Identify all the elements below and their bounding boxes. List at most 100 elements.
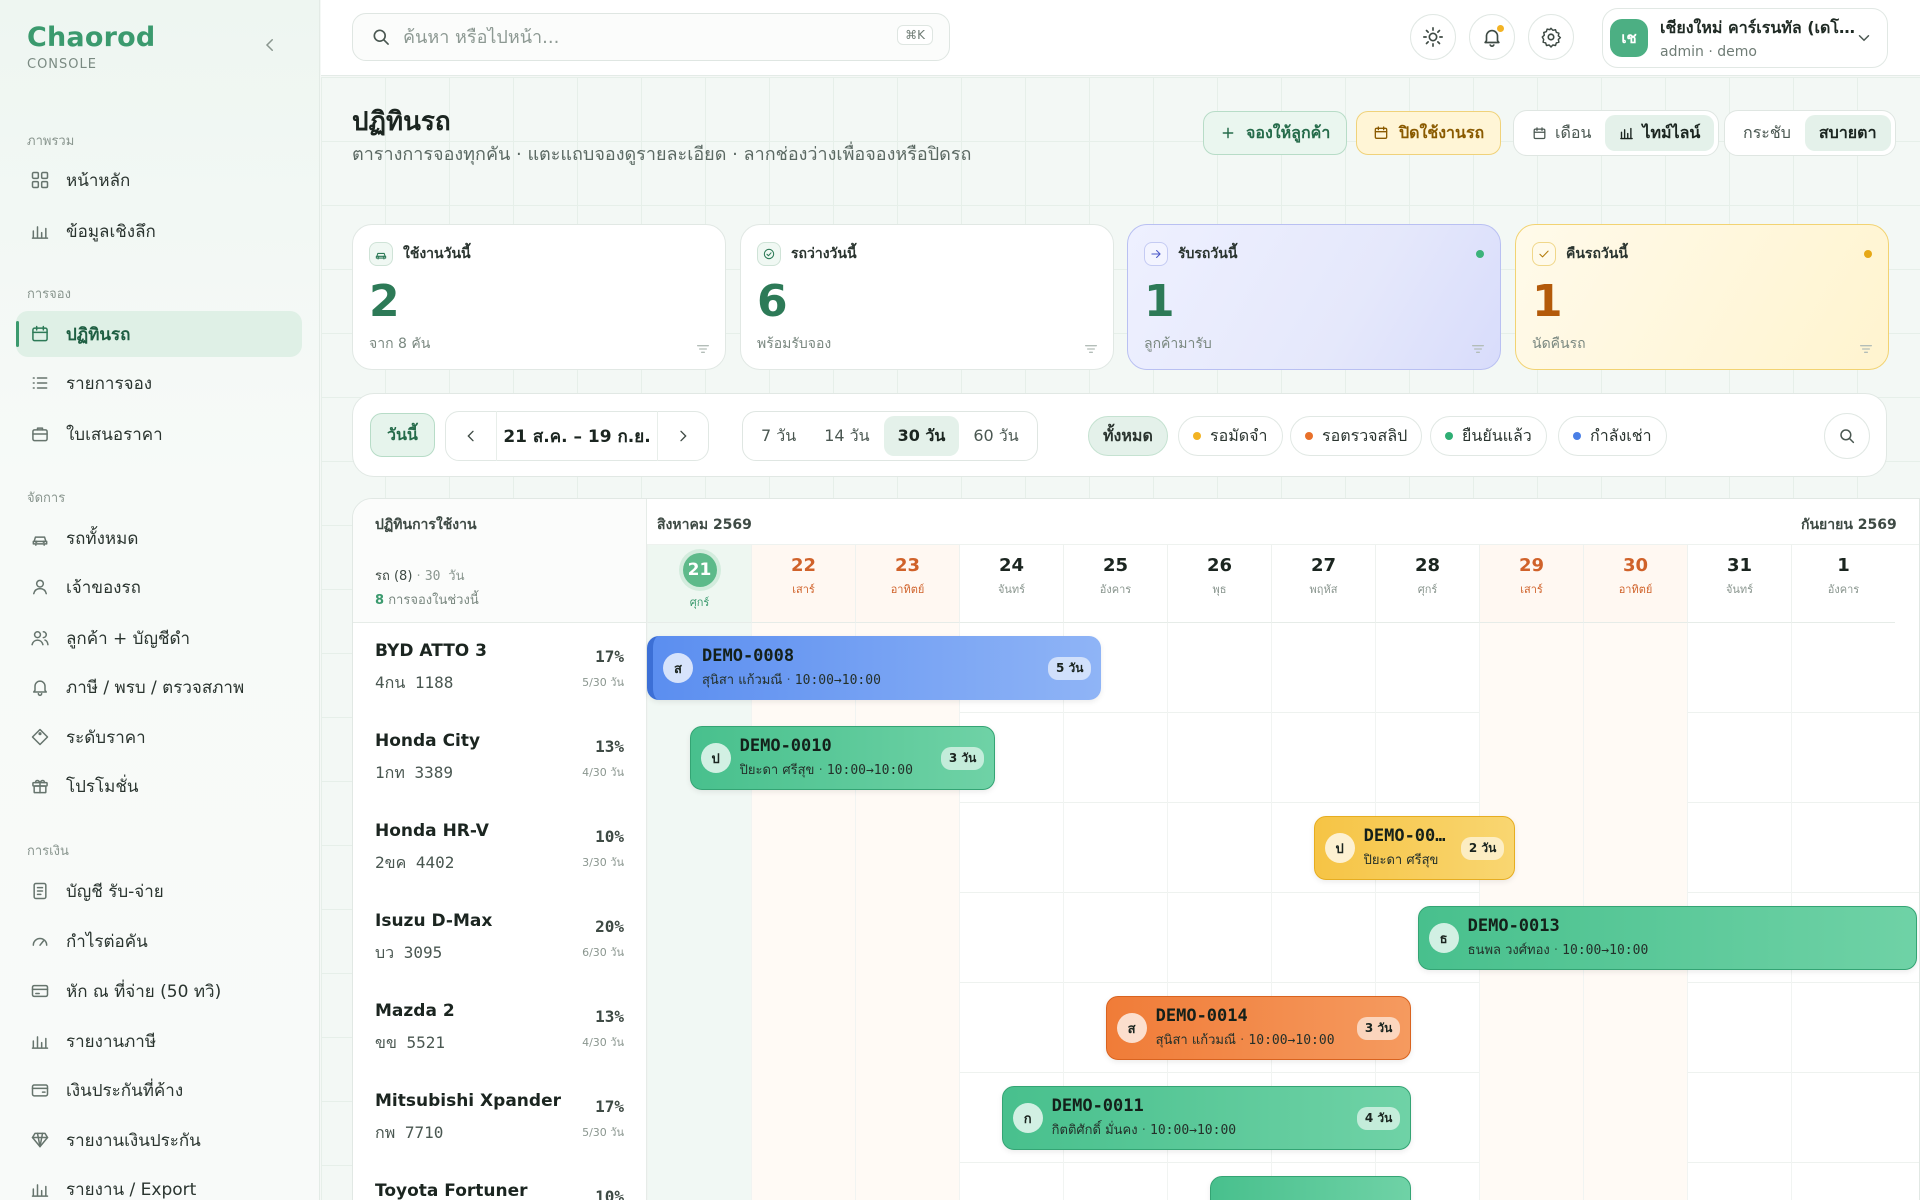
day-cell[interactable] <box>1271 893 1375 983</box>
sidebar-item-tag[interactable]: ระดับราคา <box>16 714 302 760</box>
collapse-sidebar-button[interactable] <box>258 36 282 60</box>
day-cell[interactable] <box>1583 713 1687 803</box>
span-option[interactable]: 7 วัน <box>747 416 810 456</box>
day-cell[interactable] <box>1271 713 1375 803</box>
day-cell[interactable] <box>1167 803 1271 893</box>
sidebar-item-briefcase[interactable]: ใบเสนอราคา <box>16 411 302 457</box>
status-filter-chip[interactable]: ทั้งหมด <box>1088 416 1168 456</box>
settings-button[interactable] <box>1528 14 1574 60</box>
day-cell[interactable] <box>1479 983 1583 1073</box>
sidebar-item-bell[interactable]: ภาษี / พรบ / ตรวจสภาพ <box>16 664 302 710</box>
car-row-header[interactable]: Honda City 1กท 3389 13% 4/30 วัน <box>353 713 647 803</box>
day-cell[interactable] <box>959 893 1063 983</box>
status-filter-chip[interactable]: รอมัดจำ <box>1178 416 1283 456</box>
day-cell[interactable] <box>1063 713 1167 803</box>
car-row-header[interactable]: Toyota Fortuner 10% <box>353 1163 647 1200</box>
day-cell[interactable] <box>751 1163 855 1200</box>
day-cell[interactable] <box>1167 893 1271 983</box>
day-cell[interactable] <box>1583 803 1687 893</box>
car-row-header[interactable]: Isuzu D-Max บว 3095 20% 6/30 วัน <box>353 893 647 983</box>
day-cell[interactable] <box>1271 623 1375 713</box>
day-cell[interactable] <box>1583 983 1687 1073</box>
sidebar-item-ledger[interactable]: บัญชี รับ-จ่าย <box>16 868 302 914</box>
search-input[interactable] <box>403 26 883 48</box>
day-cell[interactable] <box>1687 713 1791 803</box>
day-cell[interactable] <box>647 803 751 893</box>
day-cell[interactable] <box>1583 1163 1687 1200</box>
density-comfortable-button[interactable]: สบายตา <box>1804 115 1891 151</box>
density-compact-button[interactable]: กระชับ <box>1729 115 1805 151</box>
day-cell[interactable] <box>1687 1073 1791 1163</box>
next-range-button[interactable] <box>658 411 708 461</box>
span-option[interactable]: 14 วัน <box>810 416 883 456</box>
global-search[interactable]: ⌘K <box>352 13 950 61</box>
sidebar-item-gift[interactable]: โปรโมชั่น <box>16 763 302 809</box>
booking-bar[interactable]: ป DEMO-0009 ปิยะดา ศรีสุข 2 วัน <box>1313 816 1516 880</box>
car-row-header[interactable]: Honda HR-V 2ขค 4402 10% 3/30 วัน <box>353 803 647 893</box>
day-cell[interactable] <box>959 803 1063 893</box>
day-cell[interactable] <box>855 803 959 893</box>
day-cell[interactable] <box>1375 623 1479 713</box>
timeline-search-button[interactable] <box>1824 413 1870 459</box>
day-cell[interactable] <box>647 983 751 1073</box>
sidebar-item-bar-chart[interactable]: รายงาน / Export <box>16 1166 302 1200</box>
notifications-button[interactable] <box>1469 14 1515 60</box>
sidebar-item-bar-chart[interactable]: รายงานภาษี <box>16 1018 302 1064</box>
sidebar-item-diamond[interactable]: รายงานเงินประกัน <box>16 1117 302 1163</box>
day-cell[interactable] <box>751 1073 855 1163</box>
booking-bar[interactable]: ธ DEMO-0013 ธนพล วงศ์ทอง · 10:00→10:00 <box>1417 906 1917 970</box>
car-row-header[interactable]: Mitsubishi Xpander กพ 7710 17% 5/30 วัน <box>353 1073 647 1163</box>
day-cell[interactable] <box>1479 1163 1583 1200</box>
booking-bar[interactable]: ก DEMO-0011 กิตติศักดิ์ มั่นคง · 10:00→1… <box>1001 1086 1412 1150</box>
sidebar-item-users[interactable]: ลูกค้า + บัญชีดำ <box>16 615 302 661</box>
sidebar-item-grid[interactable]: หน้าหลัก <box>16 157 302 203</box>
day-cell[interactable] <box>1479 713 1583 803</box>
booking-bar[interactable]: ส DEMO-0014 สุนิสา แก้วมณี · 10:00→10:00… <box>1105 996 1412 1060</box>
day-cell[interactable] <box>1479 1073 1583 1163</box>
day-cell[interactable] <box>855 1073 959 1163</box>
day-cell[interactable] <box>1687 623 1791 713</box>
day-cell[interactable] <box>1687 1163 1791 1200</box>
span-option[interactable]: 60 วัน <box>959 416 1032 456</box>
day-cell[interactable] <box>1687 803 1791 893</box>
day-cell[interactable] <box>1375 713 1479 803</box>
day-cell[interactable] <box>751 893 855 983</box>
view-timeline-button[interactable]: ไทม์ไลน์ <box>1605 115 1715 151</box>
stat-card[interactable]: รถว่างวันนี้ 6 พร้อมรับจอง <box>740 224 1114 370</box>
booking-bar[interactable]: DEMO-0012 <box>1209 1176 1412 1200</box>
sidebar-item-bar-chart[interactable]: ข้อมูลเชิงลึก <box>16 208 302 254</box>
day-cell[interactable] <box>1791 713 1895 803</box>
sidebar-item-gauge[interactable]: กำไรต่อคัน <box>16 918 302 964</box>
day-cell[interactable] <box>1583 1073 1687 1163</box>
day-cell[interactable] <box>751 983 855 1073</box>
today-button[interactable]: วันนี้ <box>370 413 435 457</box>
day-cell[interactable] <box>647 1163 751 1200</box>
status-filter-chip[interactable]: กำลังเช่า <box>1558 416 1667 456</box>
sidebar-item-calendar[interactable]: ปฏิทินรถ <box>16 311 302 357</box>
day-cell[interactable] <box>647 893 751 983</box>
sidebar-item-car[interactable]: รถทั้งหมด <box>16 515 302 561</box>
day-cell[interactable] <box>1791 1163 1895 1200</box>
status-filter-chip[interactable]: รอตรวจสลิป <box>1290 416 1423 456</box>
day-cell[interactable] <box>751 803 855 893</box>
sidebar-item-wallet[interactable]: เงินประกันที่ค้าง <box>16 1067 302 1113</box>
sidebar-item-list[interactable]: รายการจอง <box>16 360 302 406</box>
car-row-header[interactable]: BYD ATTO 3 4กน 1188 17% 5/30 วัน <box>353 623 647 713</box>
block-car-button[interactable]: ปิดใช้งานรถ <box>1356 111 1502 155</box>
book-for-customer-button[interactable]: จองให้ลูกค้า <box>1203 111 1348 155</box>
day-cell[interactable] <box>1063 893 1167 983</box>
day-cell[interactable] <box>855 983 959 1073</box>
stat-card[interactable]: คืนรถวันนี้ 1 นัดคืนรถ <box>1515 224 1889 370</box>
day-cell[interactable] <box>1063 803 1167 893</box>
sidebar-item-user[interactable]: เจ้าของรถ <box>16 564 302 610</box>
day-cell[interactable] <box>959 983 1063 1073</box>
prev-range-button[interactable] <box>446 411 496 461</box>
day-cell[interactable] <box>1687 983 1791 1073</box>
booking-bar[interactable]: ส DEMO-0008 สุนิสา แก้วมณี · 10:00→10:00… <box>647 636 1102 700</box>
day-cell[interactable] <box>1791 1073 1895 1163</box>
day-cell[interactable] <box>1479 623 1583 713</box>
car-row-header[interactable]: Mazda 2 ขข 5521 13% 4/30 วัน <box>353 983 647 1073</box>
booking-bar[interactable]: ป DEMO-0010 ปิยะดา ศรีสุข · 10:00→10:00 … <box>689 726 996 790</box>
status-filter-chip[interactable]: ยืนยันแล้ว <box>1430 416 1547 456</box>
day-cell[interactable] <box>1167 713 1271 803</box>
